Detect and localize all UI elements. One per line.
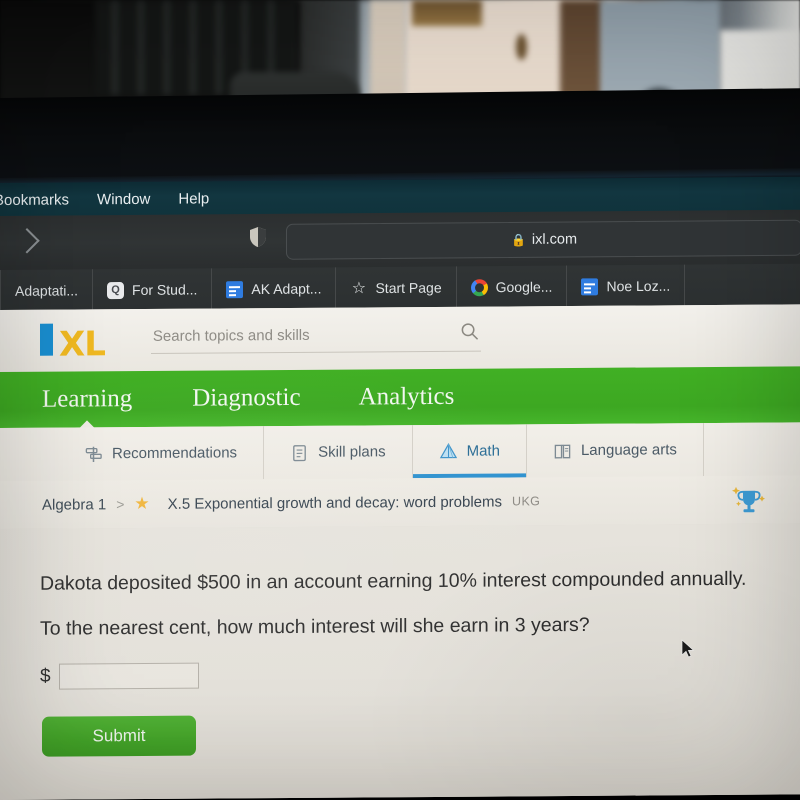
bookmark-label: Start Page [375, 279, 442, 297]
screenshot-root: Bookmarks Window Help 🔒 ixl.com Adaptati… [0, 0, 800, 800]
submit-button[interactable]: Submit [42, 715, 196, 757]
search-icon[interactable] [460, 321, 479, 340]
open-book-icon [554, 444, 571, 458]
question-line-2: To the nearest cent, how much interest w… [40, 613, 590, 640]
bookmark-label: For Stud... [132, 281, 198, 298]
nav-item-label: Analytics [358, 382, 455, 411]
bookmark-label: AK Adapt... [251, 280, 322, 298]
answer-row: $ [40, 662, 199, 690]
tab-label: Recommendations [112, 444, 238, 463]
question-area: Dakota deposited $500 in an account earn… [0, 523, 800, 800]
bookmark-label: Google... [495, 278, 553, 296]
pyramid-icon [439, 442, 457, 458]
bookmark-label: Noe Loz... [606, 277, 671, 295]
ixl-logo[interactable]: XL [40, 323, 105, 365]
browser-toolbar-controls: 🔒 ixl.com [0, 210, 800, 272]
tab-label: Skill plans [318, 443, 386, 461]
menu-item-window[interactable]: Window [97, 191, 150, 208]
trophy-icon[interactable] [726, 482, 772, 518]
logo-i-bar [40, 323, 53, 356]
google-icon [470, 278, 488, 296]
bookmark-adaptati[interactable]: Adaptati... [0, 269, 94, 312]
lock-icon: 🔒 [510, 232, 526, 247]
primary-nav: Learning Diagnostic Analytics [0, 366, 800, 430]
breadcrumb-separator: > [116, 496, 125, 513]
breadcrumb-badge: UKG [512, 494, 541, 509]
room-wall-picture [412, 0, 482, 26]
dollar-sign-label: $ [40, 665, 51, 687]
ixl-page: XL Learning Diagnostic Analytics [0, 304, 800, 800]
question-line-1: Dakota deposited $500 in an account earn… [40, 567, 747, 595]
nav-item-diagnostic[interactable]: Diagnostic [192, 384, 300, 413]
star-filled-icon[interactable]: ★ [134, 494, 149, 514]
bookmark-for-students[interactable]: Q For Stud... [93, 268, 213, 312]
tab-math[interactable]: Math [412, 424, 527, 479]
search-box[interactable] [150, 321, 481, 354]
bookmark-noe-loz[interactable]: Noe Loz... [567, 264, 686, 308]
bookmark-start-page[interactable]: ☆ Start Page [336, 266, 457, 310]
answer-input[interactable] [58, 662, 199, 690]
tab-label: Math [466, 442, 500, 460]
mouse-cursor [681, 639, 695, 658]
url-text: ixl.com [531, 231, 578, 248]
bookmark-google[interactable]: Google... [456, 265, 568, 309]
doc-icon [581, 277, 599, 295]
shield-icon[interactable] [249, 226, 267, 248]
logo-xl-text: XL [59, 324, 105, 365]
sub-nav: Recommendations Skill plans Math Languag… [0, 422, 800, 481]
star-outline-icon: ☆ [351, 279, 367, 297]
room-door-knob [516, 34, 527, 60]
tab-skill-plans[interactable]: Skill plans [264, 425, 413, 480]
menu-item-bookmarks[interactable]: Bookmarks [0, 191, 69, 209]
tab-recommendations[interactable]: Recommendations [58, 426, 265, 481]
bookmark-ak-adapt[interactable]: AK Adapt... [212, 267, 337, 311]
url-bar[interactable]: 🔒 ixl.com [286, 219, 800, 260]
search-input[interactable] [150, 324, 435, 346]
breadcrumb-grade[interactable]: Algebra 1 [42, 496, 106, 513]
signpost-icon [85, 446, 102, 462]
breadcrumb: Algebra 1 > ★ X.5 Exponential growth and… [0, 475, 800, 530]
nav-item-analytics[interactable]: Analytics [359, 383, 455, 412]
doc-icon [226, 280, 244, 298]
nav-item-learning[interactable]: Learning [42, 385, 133, 430]
checklist-icon [293, 444, 306, 461]
nav-item-label: Diagnostic [192, 383, 301, 412]
menu-item-help[interactable]: Help [178, 190, 209, 207]
nav-item-label: Learning [42, 385, 133, 413]
tab-label: Language arts [580, 441, 677, 459]
bookmark-label: Adaptati... [15, 282, 79, 299]
breadcrumb-skill-title: X.5 Exponential growth and decay: word p… [167, 492, 503, 513]
tab-language-arts[interactable]: Language arts [526, 423, 704, 478]
site-header: XL [0, 304, 800, 372]
q-app-icon: Q [107, 281, 125, 299]
chevron-right-icon[interactable] [14, 228, 40, 254]
